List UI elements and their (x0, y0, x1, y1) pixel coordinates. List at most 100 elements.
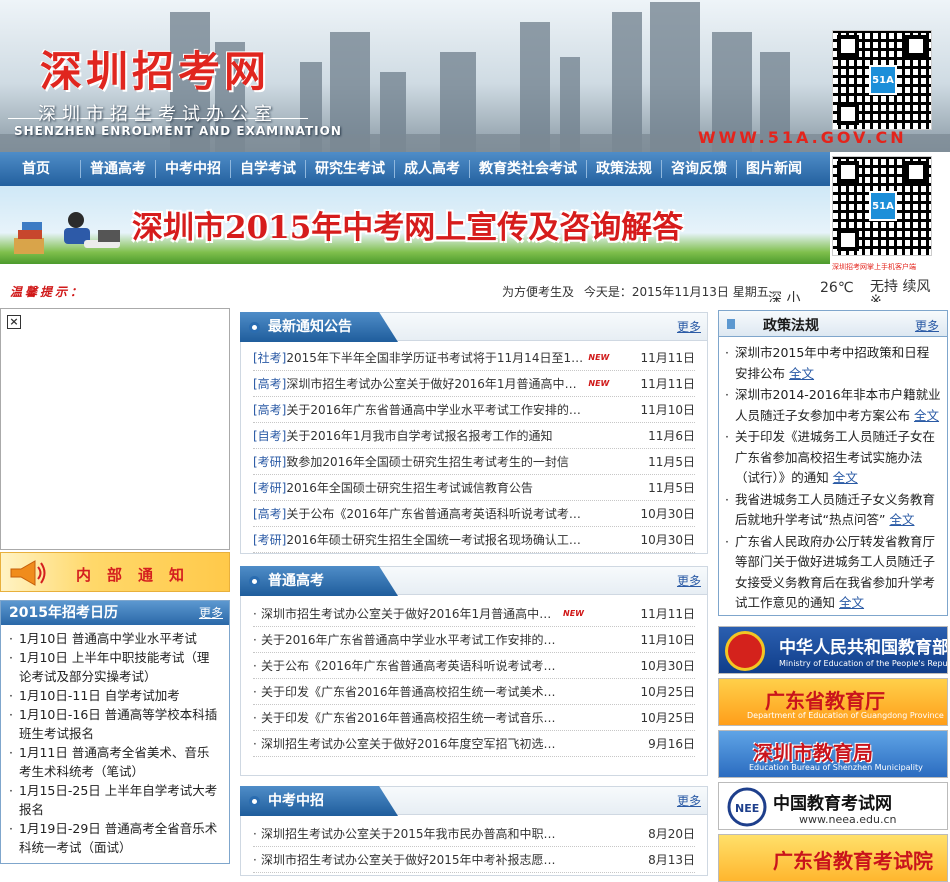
calendar-item[interactable]: 1月10日-11日 自学考试加考 (9, 686, 221, 705)
notices-more-link[interactable]: 更多 (677, 318, 701, 335)
news-date: 11月11日 (640, 377, 695, 391)
news-title[interactable]: 2016年全国硕士研究生招生考试诚信教育公告 (286, 475, 533, 500)
link-gd-education[interactable]: 广东省教育厅 Department of Education of Guangd… (718, 678, 948, 726)
calendar-item[interactable]: 1月10日 上半年中职技能考试（理论考试及部分实操考试） (9, 648, 221, 686)
calendar-item[interactable]: 1月10日 普通高中学业水平考试 (9, 629, 221, 648)
calendar-item[interactable]: 1月19日-29日 普通高考全省音乐术科统一考试（面试） (9, 819, 221, 857)
news-title[interactable]: 关于印发《广东省2016年普通高校招生统一考试美术术科考... (261, 679, 561, 704)
calendar-item[interactable]: 1月11日 普通高考全省美术、音乐考生术科统考（笔试） (9, 743, 221, 781)
news-item[interactable]: 深圳招生考试办公室关于做好2016年度空军招飞初选检测工... 9月16日 (253, 731, 695, 757)
news-title[interactable]: 2015年下半年全国非学历证书考试将于11月14日至15日... (286, 345, 586, 370)
news-title[interactable]: 关于2016年广东省普通高中学业水平考试工作安排的通... (286, 397, 586, 422)
news-date: 11月11日 (640, 607, 695, 621)
nav-adult-exam[interactable]: 成人高考 (395, 160, 470, 178)
nav-edu-social-exam[interactable]: 教育类社会考试 (470, 160, 587, 178)
internal-notice-bar[interactable]: 内部通知 (0, 552, 230, 592)
news-item[interactable]: 关于印发《广东省2016年普通高校招生统一考试音乐术科考... 10月25日 (253, 705, 695, 731)
news-item[interactable]: 关于印发《广东省2016年普通高校招生统一考试美术术科考... 10月25日 (253, 679, 695, 705)
nav-postgrad[interactable]: 研究生考试 (306, 160, 395, 178)
news-title[interactable]: 深圳市招生考试办公室关于做好2016年1月普通高中学业... (286, 371, 586, 396)
news-date: 11月11日 (640, 351, 695, 365)
banner-title: 深圳市2015年中考网上宣传及咨询解答 (132, 210, 684, 246)
news-title[interactable]: 致参加2016年全国硕士研究生招生考试考生的一封信 (286, 449, 569, 474)
national-emblem-icon (725, 631, 765, 671)
news-date: 11月5日 (648, 481, 695, 495)
banner[interactable]: 深圳市2015年中考网上宣传及咨询解答 (0, 186, 830, 264)
news-item[interactable]: 深圳市招生考试办公室关于做好2015年中考补报志愿和补录... 8月13日 (253, 847, 695, 873)
news-item[interactable]: [考研]2016年硕士研究生招生全国统一考试报名现场确认工作... 10月30日 (253, 527, 695, 553)
nav-gaokao[interactable]: 普通高考 (81, 160, 156, 178)
tab-zhongkao[interactable]: 中考中招 (240, 786, 398, 816)
qr-badge: 51A (869, 191, 897, 221)
news-date: 10月30日 (640, 533, 695, 547)
news-title[interactable]: 深圳招生考试办公室关于2015年我市民办普高和中职学校... (261, 821, 561, 846)
news-title[interactable]: 关于印发《广东省2016年普通高校招生统一考试音乐术科考... (261, 705, 561, 730)
zhongkao-more-link[interactable]: 更多 (677, 792, 701, 809)
link-moe[interactable]: 中华人民共和国教育部 Ministry of Education of the … (718, 626, 948, 674)
calendar-item[interactable]: 1月15日-25日 上半年自学考试大考报名 (9, 781, 221, 819)
ticker-text[interactable]: 为方便考生及 (502, 285, 574, 299)
nav-zikao[interactable]: 自学考试 (231, 160, 306, 178)
news-item[interactable]: 关于2016年广东省普通高中学业水平考试工作安排的通知 11月10日 (253, 627, 695, 653)
tab-latest-notices[interactable]: 最新通知公告 (240, 312, 398, 342)
qr-caption: 深圳招考网掌上手机客户端 (832, 263, 916, 271)
nav-home[interactable]: 首页 (0, 160, 81, 178)
news-category[interactable]: [考研] (253, 533, 286, 547)
news-title[interactable]: 深圳市招生考试办公室关于做好2016年1月普通高中学业水平... (261, 601, 561, 626)
policy-full-text-link[interactable]: 全文 (914, 408, 939, 423)
policy-full-text-link[interactable]: 全文 (789, 366, 814, 381)
news-title[interactable]: 2016年硕士研究生招生全国统一考试报名现场确认工作... (286, 527, 586, 552)
svg-text:NEE: NEE (735, 802, 759, 815)
news-item[interactable]: [自考]关于2016年1月我市自学考试报名报考工作的通知 11月6日 (253, 423, 695, 449)
gaokao-more-link[interactable]: 更多 (677, 572, 701, 589)
policy-full-text-link[interactable]: 全文 (839, 595, 864, 610)
policy-full-text-link[interactable]: 全文 (833, 470, 858, 485)
nav-zhongkao[interactable]: 中考中招 (156, 160, 231, 178)
news-category[interactable]: [高考] (253, 377, 286, 391)
link-gd-exam-institute[interactable]: 广东省教育考试院 (718, 834, 948, 882)
news-category[interactable]: [高考] (253, 403, 286, 417)
ad-box: × (0, 308, 230, 550)
news-item[interactable]: [高考]关于公布《2016年广东省普通高考英语科听说考试考试... 10月30日 (253, 501, 695, 527)
tab-gaokao[interactable]: 普通高考 (240, 566, 398, 596)
policy-item-title[interactable]: 深圳市2015年中考中招政策和日程安排公布 (735, 345, 929, 381)
news-title[interactable]: 关于2016年1月我市自学考试报名报考工作的通知 (286, 423, 552, 448)
news-item[interactable]: [考研]致参加2016年全国硕士研究生招生考试考生的一封信 11月5日 (253, 449, 695, 475)
news-item[interactable]: 深圳市招生考试办公室关于做好2016年1月普通高中学业水平...NEW 11月11… (253, 601, 695, 627)
site-title[interactable]: 深圳招考网 (40, 38, 270, 99)
policy-panel: 政策法规 更多 深圳市2015年中考中招政策和日程安排公布全文深圳市2014-2… (718, 310, 948, 616)
news-category[interactable]: [考研] (253, 455, 286, 469)
news-title[interactable]: 关于2016年广东省普通高中学业水平考试工作安排的通知 (261, 627, 561, 652)
news-item[interactable]: [高考]关于2016年广东省普通高中学业水平考试工作安排的通... 11月10日 (253, 397, 695, 423)
nav-policy[interactable]: 政策法规 (587, 160, 662, 178)
news-title[interactable]: 深圳市招生考试办公室关于做好2015年中考补报志愿和补录... (261, 847, 561, 872)
office-name-en: SHENZHEN ENROLMENT AND EXAMINATION (14, 124, 342, 138)
link-neea[interactable]: NEE 中国教育考试网 www.neea.edu.cn (718, 782, 948, 830)
news-title[interactable]: 深圳招生考试办公室关于做好2016年度空军招飞初选检测工... (261, 731, 561, 756)
policy-item-title[interactable]: 广东省人民政府办公厅转发省教育厅等部门关于做好进城务工人员随迁子女接受义务教育后… (735, 534, 935, 611)
calendar-item[interactable]: 1月10日-16日 普通高等学校本科插班生考试报名 (9, 705, 221, 743)
news-item[interactable]: 深圳招生考试办公室关于2015年我市民办普高和中职学校... 8月20日 (253, 821, 695, 847)
weather-temp: 26℃ (820, 280, 854, 296)
calendar-more-link[interactable]: 更多 (199, 601, 223, 625)
news-category[interactable]: [考研] (253, 481, 286, 495)
news-item[interactable]: 关于公布《2016年广东省普通高考英语科听说考试考试大纲... 10月30日 (253, 653, 695, 679)
news-category[interactable]: [社考] (253, 351, 286, 365)
news-title[interactable]: 关于公布《2016年广东省普通高考英语科听说考试考试... (286, 501, 586, 526)
close-icon[interactable]: × (7, 315, 21, 329)
news-category[interactable]: [高考] (253, 507, 286, 521)
policy-title: 政策法规 (763, 318, 819, 334)
nav-feedback[interactable]: 咨询反馈 (662, 160, 737, 178)
news-item[interactable]: [社考]2015年下半年全国非学历证书考试将于11月14日至15日... NEW 1… (253, 345, 695, 371)
link-subtitle: Ministry of Education of the People's Re… (779, 659, 948, 668)
news-item[interactable]: [考研]2016年全国硕士研究生招生考试诚信教育公告 11月5日 (253, 475, 695, 501)
news-title[interactable]: 关于公布《2016年广东省普通高考英语科听说考试考试大纲... (261, 653, 561, 678)
policy-more-link[interactable]: 更多 (915, 317, 939, 334)
policy-item-title[interactable]: 深圳市2014-2016年非本市户籍就业人员随迁子女参加中考方案公布 (735, 387, 941, 423)
policy-full-text-link[interactable]: 全文 (889, 512, 914, 527)
link-sz-education[interactable]: 深圳市教育局 Education Bureau of Shenzhen Muni… (718, 730, 948, 778)
site-url[interactable]: WWW.51A.GOV.CN (698, 128, 907, 147)
news-item[interactable]: [高考]深圳市招生考试办公室关于做好2016年1月普通高中学业... NEW 11月… (253, 371, 695, 397)
nav-photo-news[interactable]: 图片新闻 (737, 160, 811, 178)
news-category[interactable]: [自考] (253, 429, 286, 443)
